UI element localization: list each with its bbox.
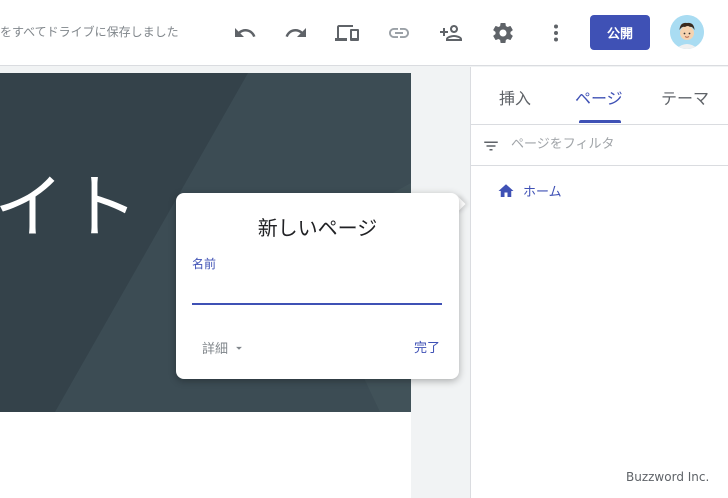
filter-icon bbox=[484, 141, 498, 151]
done-button[interactable]: 完了 bbox=[414, 337, 440, 356]
tab-pages[interactable]: ページ bbox=[575, 85, 623, 109]
details-label: 詳細 bbox=[202, 342, 229, 357]
save-status-text: をすべてドライブに保存しました bbox=[0, 25, 179, 39]
details-toggle[interactable]: 詳細 bbox=[202, 338, 246, 357]
redo-icon[interactable] bbox=[283, 20, 309, 46]
add-person-icon[interactable] bbox=[438, 20, 464, 46]
tab-themes[interactable]: テーマ bbox=[661, 85, 709, 109]
tab-insert[interactable]: 挿入 bbox=[499, 85, 531, 109]
settings-icon[interactable] bbox=[490, 20, 516, 46]
page-list-item[interactable]: ホーム bbox=[497, 181, 562, 200]
undo-icon[interactable] bbox=[232, 20, 258, 46]
active-tab-indicator bbox=[579, 120, 621, 123]
dialog-title: 新しいページ bbox=[257, 216, 378, 240]
page-body bbox=[0, 412, 411, 498]
side-panel: 挿入 ページ テーマ ホーム bbox=[470, 67, 728, 498]
publish-button[interactable]: 公開 bbox=[590, 15, 650, 50]
preview-device-icon[interactable] bbox=[334, 20, 360, 46]
link-icon[interactable] bbox=[386, 20, 412, 46]
caret-down-icon bbox=[236, 346, 242, 350]
name-field-label: 名前 bbox=[192, 257, 217, 271]
hero-title: イト bbox=[0, 166, 142, 248]
new-page-dialog: 新しいページ 名前 詳細 完了 bbox=[176, 193, 459, 379]
home-icon bbox=[498, 183, 514, 197]
top-bar: をすべてドライブに保存しました 公開 bbox=[0, 0, 728, 66]
more-vert-icon[interactable] bbox=[543, 20, 569, 46]
avatar[interactable] bbox=[670, 15, 704, 49]
name-field[interactable] bbox=[192, 273, 442, 305]
page-filter bbox=[471, 125, 728, 166]
panel-tabs: 挿入 ページ テーマ bbox=[471, 67, 728, 125]
watermark: Buzzword Inc. bbox=[626, 470, 710, 484]
filter-input[interactable] bbox=[511, 137, 711, 152]
page-item-label: ホーム bbox=[523, 185, 562, 200]
